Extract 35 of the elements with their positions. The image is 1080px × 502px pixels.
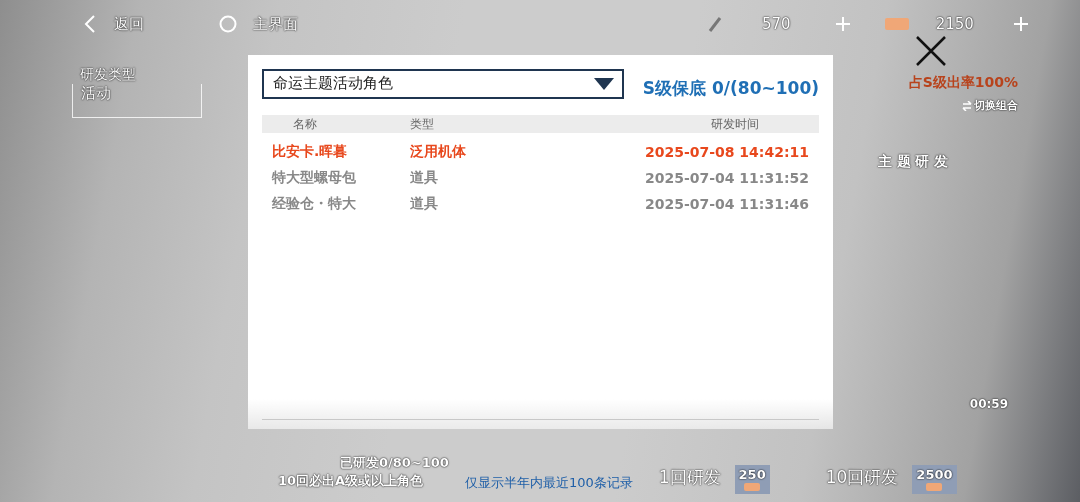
filter-dropdown[interactable]: 命运主题活动角色 bbox=[262, 68, 624, 99]
pity-counter: S级保底 0/(80~100) bbox=[642, 77, 819, 100]
close-icon[interactable] bbox=[915, 35, 947, 67]
pull-button[interactable]: 10回研发 bbox=[825, 466, 899, 489]
column-header: 类型 bbox=[410, 115, 435, 133]
timer-text: 00:59 bbox=[969, 397, 1008, 411]
item-name: 特大型螺母包 bbox=[270, 169, 357, 187]
back-icon[interactable] bbox=[84, 15, 96, 33]
back-button[interactable]: 返回 bbox=[114, 14, 144, 34]
rate-text: 占S级出率100% bbox=[908, 74, 1018, 92]
record-note: 仅显示半年内最近100条记录 bbox=[464, 474, 633, 492]
column-header: 研发时间 bbox=[710, 115, 760, 133]
cost-amount: 2500 bbox=[916, 467, 953, 482]
item-type: 道具 bbox=[410, 169, 439, 187]
currency-amount: 570 bbox=[762, 15, 791, 33]
add-icon[interactable] bbox=[1013, 17, 1028, 31]
column-header: 名称 bbox=[292, 115, 318, 133]
progress-text: 已研发0/80~100 bbox=[340, 454, 449, 472]
add-icon[interactable] bbox=[835, 17, 850, 31]
item-name: 经验仓・特大 bbox=[271, 195, 357, 213]
draw-time: 2025-07-04 11:31:46 bbox=[643, 196, 810, 212]
item-name: 比安卡.晖暮 bbox=[271, 143, 349, 161]
draw-time: 2025-07-04 11:31:52 bbox=[643, 170, 810, 186]
home-icon[interactable] bbox=[219, 15, 237, 33]
swap-icon bbox=[962, 100, 972, 111]
draw-time: 2025-07-08 14:42:11 bbox=[643, 144, 810, 160]
dropdown-caret-icon bbox=[594, 77, 614, 90]
cost-amount: 250 bbox=[738, 467, 766, 482]
banner-heading: 主 题 研 发 bbox=[877, 153, 949, 171]
switch-button[interactable]: 切换组合 bbox=[962, 98, 1018, 113]
home-button[interactable]: 主界面 bbox=[253, 14, 298, 34]
item-type: 道具 bbox=[410, 195, 439, 213]
hint-text: 10回必出A级或以上角色 bbox=[278, 472, 425, 490]
category-item[interactable]: 活动 bbox=[72, 84, 202, 118]
item-type: 泛用机体 bbox=[410, 143, 467, 161]
